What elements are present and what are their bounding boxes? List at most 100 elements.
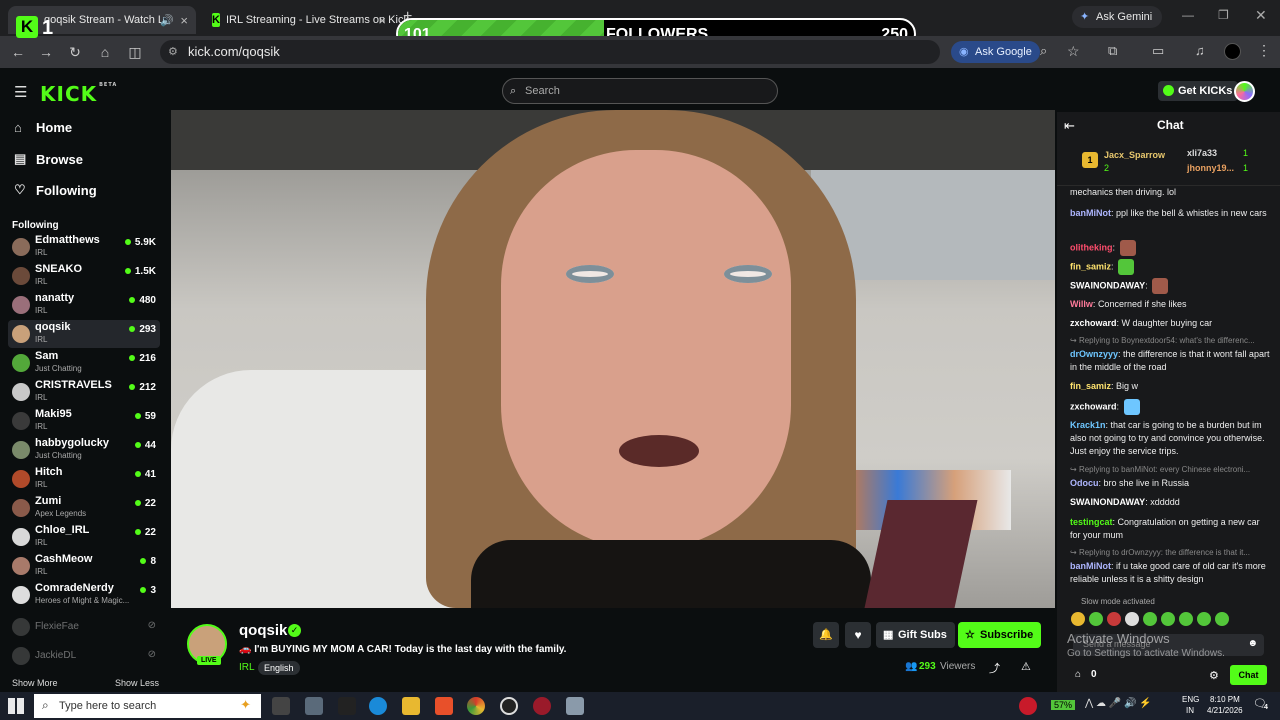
chat-username[interactable]: SWAINONDAWAY	[1070, 497, 1145, 507]
gift-subs-button[interactable]: ▦ Gift Subs	[876, 622, 955, 648]
emote-icon[interactable]	[1089, 612, 1103, 626]
bookmark-icon[interactable]: ☆	[1067, 43, 1080, 60]
report-icon[interactable]: ⚠	[1021, 660, 1031, 673]
chat-username[interactable]: fin_samiz	[1070, 261, 1111, 271]
chrome-icon[interactable]	[467, 697, 485, 715]
video-player[interactable]	[171, 110, 1055, 608]
emote-icon[interactable]	[1215, 612, 1229, 626]
emote-icon[interactable]	[1107, 612, 1121, 626]
emoji-icon[interactable]: ☻	[1247, 638, 1258, 649]
url-field[interactable]: ⚙ kick.com/qoqsik	[160, 40, 940, 64]
taskbar-search[interactable]: ⌕ Type here to search ✦	[34, 694, 261, 718]
following-channel[interactable]: CRISTRAVELS IRL 212	[8, 378, 160, 406]
get-kicks-button[interactable]: Get KICKs	[1158, 81, 1239, 101]
share-icon[interactable]: ⤴	[989, 660, 1000, 676]
offline-channel[interactable]: JackieDL ⊘	[8, 645, 160, 667]
following-channel[interactable]: Chloe_IRL IRL 22	[8, 523, 160, 551]
category-link[interactable]: IRL	[239, 662, 255, 673]
leader-name[interactable]: Jacx_Sparrow	[1104, 150, 1165, 160]
nav-home[interactable]: ⌂ Home	[14, 120, 72, 135]
start-button[interactable]	[8, 698, 24, 714]
chat-username[interactable]: zxchoward	[1070, 318, 1117, 328]
following-channel[interactable]: SNEAKO IRL 1.5K	[8, 262, 160, 290]
extensions-icon[interactable]: ⧉	[1108, 43, 1117, 59]
minimize-button[interactable]: —	[1182, 8, 1194, 22]
following-channel[interactable]: Zumi Apex Legends 22	[8, 494, 160, 522]
region-label[interactable]: IN	[1186, 706, 1194, 715]
following-channel[interactable]: Maki95 IRL 59	[8, 407, 160, 435]
close-icon[interactable]: ×	[180, 13, 188, 28]
battery-indicator[interactable]: 57%	[1051, 700, 1076, 710]
follow-heart-button[interactable]: ♥	[845, 622, 871, 648]
reload-icon[interactable]: ↻	[66, 43, 84, 61]
following-channel[interactable]: qoqsik IRL 293	[8, 320, 160, 348]
site-info-icon[interactable]: ⚙	[168, 40, 178, 64]
show-more-button[interactable]: Show More	[12, 678, 58, 688]
chat-send-button[interactable]: Chat	[1230, 665, 1267, 685]
chat-username[interactable]: Odocu	[1070, 478, 1099, 488]
ask-google-button[interactable]: ◉ Ask Google	[951, 41, 1040, 63]
emote-icon[interactable]	[1071, 612, 1085, 626]
task-view-icon[interactable]	[272, 697, 290, 715]
speaker-icon[interactable]: 🔊	[160, 14, 174, 27]
notification-bell-button[interactable]: 🔔	[813, 622, 839, 648]
chat-username[interactable]: Willw	[1070, 299, 1093, 309]
following-channel[interactable]: Hitch IRL 41	[8, 465, 160, 493]
menu-icon[interactable]: ⋮	[1257, 42, 1271, 59]
chat-username[interactable]: testingcat	[1070, 517, 1113, 527]
subscribe-button[interactable]: ☆ Subscribe	[958, 622, 1042, 648]
edge-icon[interactable]	[369, 697, 387, 715]
obs-icon[interactable]	[500, 697, 518, 715]
file-explorer-icon[interactable]	[402, 697, 420, 715]
emote-icon[interactable]	[1179, 612, 1193, 626]
language-tag[interactable]: English	[258, 661, 300, 675]
clock-date[interactable]: 4/21/2026	[1207, 706, 1243, 715]
cast-icon[interactable]: ▭	[1152, 43, 1164, 59]
app-grey-icon[interactable]	[566, 697, 584, 715]
clock-time[interactable]: 8:10 PM	[1210, 695, 1240, 704]
app-red-icon[interactable]	[533, 697, 551, 715]
home-icon[interactable]: ⌂	[96, 43, 114, 61]
leader-name[interactable]: jhonny19...	[1187, 163, 1234, 173]
chat-username[interactable]: Krack1n	[1070, 420, 1106, 430]
maximize-button[interactable]: ❐	[1218, 8, 1229, 22]
calculator-icon[interactable]	[305, 697, 323, 715]
chat-username[interactable]: banMiNot	[1070, 208, 1111, 218]
chat-username[interactable]: fin_samiz	[1070, 381, 1111, 391]
chat-username[interactable]: zxchoward	[1070, 401, 1117, 411]
chat-username[interactable]: olitheking	[1070, 242, 1113, 252]
emote-icon[interactable]	[1161, 612, 1175, 626]
show-less-button[interactable]: Show Less	[115, 678, 159, 688]
leader-name[interactable]: xli7a33	[1187, 148, 1217, 158]
chat-username[interactable]: drOwnzyyy	[1070, 349, 1118, 359]
settings-icon[interactable]: ⚙	[1209, 669, 1219, 682]
following-channel[interactable]: CashMeow IRL 8	[8, 552, 160, 580]
close-icon[interactable]: ×	[378, 13, 386, 28]
following-channel[interactable]: nanatty IRL 480	[8, 291, 160, 319]
chat-username[interactable]: banMiNot	[1070, 561, 1111, 571]
emote-icon[interactable]	[1125, 612, 1139, 626]
emote-icon[interactable]	[1143, 612, 1157, 626]
split-view-icon[interactable]: ◫	[126, 43, 144, 61]
forward-icon[interactable]: →	[37, 43, 55, 61]
nav-following[interactable]: ♡ Following	[14, 182, 97, 198]
media-icon[interactable]: ♫	[1195, 43, 1205, 58]
following-channel[interactable]: Edmatthews IRL 5.9K	[8, 233, 160, 261]
hamburger-icon[interactable]: ☰	[14, 83, 27, 101]
channel-name[interactable]: qoqsik	[239, 622, 287, 639]
nav-browse[interactable]: ▤ Browse	[14, 151, 83, 167]
following-channel[interactable]: Sam Just Chatting 216	[8, 349, 160, 377]
tray-icons[interactable]: ⋀ ☁ 🎤 🔊 ⚡	[1085, 698, 1152, 709]
ask-gemini-button[interactable]: ✦ Ask Gemini	[1072, 6, 1163, 28]
following-channel[interactable]: habbygolucky Just Chatting 44	[8, 436, 160, 464]
close-window-button[interactable]: ✕	[1255, 7, 1267, 24]
collapse-chat-icon[interactable]: ⇤	[1064, 118, 1075, 134]
brave-icon[interactable]	[435, 697, 453, 715]
kick-logo[interactable]: KICK BETA	[40, 82, 117, 106]
user-avatar[interactable]	[1234, 81, 1255, 102]
tray-app-icon[interactable]	[1019, 697, 1037, 715]
profile-avatar[interactable]	[1224, 43, 1241, 60]
terminal-icon[interactable]	[338, 697, 356, 715]
back-icon[interactable]: ←	[9, 43, 27, 61]
search-input[interactable]: ⌕ Search	[502, 78, 778, 104]
